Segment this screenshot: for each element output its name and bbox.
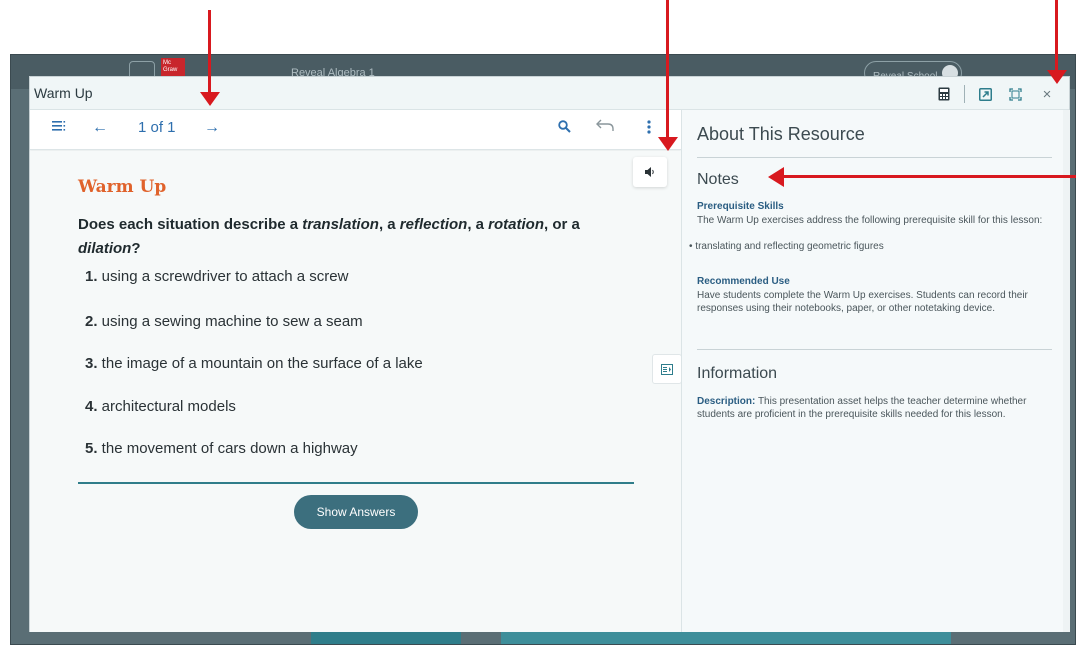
undo-icon[interactable]	[596, 118, 614, 136]
information-heading: Information	[697, 365, 778, 382]
bullet-icon: •	[689, 241, 693, 252]
expand-icon[interactable]	[1003, 83, 1027, 105]
question-item: 1. using a screwdriver to attach a screw	[85, 268, 349, 285]
presentation-toolbar: ← 1 of 1 →	[30, 110, 681, 150]
previous-page-button[interactable]: ←	[92, 119, 108, 137]
modal-title: Warm Up	[34, 85, 93, 101]
close-icon[interactable]: ×	[1035, 83, 1059, 105]
next-page-button[interactable]: →	[204, 119, 220, 137]
menu-list-icon[interactable]	[52, 119, 66, 136]
header-icons: ×	[932, 83, 1059, 105]
recommended-text: Have students complete the Warm Up exerc…	[697, 290, 1028, 314]
external-link-icon[interactable]	[973, 83, 997, 105]
prerequisite-heading: Prerequisite Skills	[697, 201, 784, 212]
more-options-icon[interactable]	[647, 120, 651, 138]
header-separator	[964, 85, 965, 103]
page-indicator: 1 of 1	[138, 119, 176, 136]
slide-content: Warm Up Does each situation describe a t…	[30, 151, 681, 631]
description-text: Description: This presentation asset hel…	[697, 396, 1027, 420]
prerequisite-text: The Warm Up exercises address the follow…	[697, 215, 1043, 226]
question-item: 5. the movement of cars down a highway	[85, 440, 358, 457]
question-item: 3. the image of a mountain on the surfac…	[85, 355, 423, 372]
section-divider	[697, 157, 1052, 158]
question-text: Does each situation describe a translati…	[78, 216, 580, 257]
slide-heading: Warm Up	[78, 177, 167, 197]
section-divider	[697, 349, 1052, 350]
background-bar	[501, 632, 951, 644]
recommended-heading: Recommended Use	[697, 276, 790, 287]
content-divider	[78, 482, 634, 484]
calculator-icon[interactable]	[932, 83, 956, 105]
presentation-panel: ← 1 of 1 → Warm Up Does each situation d…	[30, 110, 682, 632]
background-bar	[311, 632, 461, 644]
question-item: 2. using a sewing machine to sew a seam	[85, 313, 363, 330]
search-icon[interactable]	[558, 120, 571, 137]
resource-modal: Warm Up × ← 1 of 1 → Warm Up Does each s…	[29, 76, 1070, 632]
right-panel-scrollbar[interactable]	[1063, 110, 1070, 632]
about-resource-panel: About This Resource Notes Prerequisite S…	[681, 110, 1063, 632]
notes-heading: Notes	[697, 171, 739, 188]
about-heading: About This Resource	[697, 124, 865, 144]
audio-button[interactable]	[633, 157, 667, 187]
show-answers-button[interactable]: Show Answers	[294, 495, 418, 529]
panel-toggle-icon[interactable]	[652, 354, 682, 384]
modal-header: Warm Up ×	[30, 77, 1069, 110]
question-item: 4. architectural models	[85, 398, 236, 415]
prerequisite-bullet: • translating and reflecting geometric f…	[689, 241, 884, 252]
